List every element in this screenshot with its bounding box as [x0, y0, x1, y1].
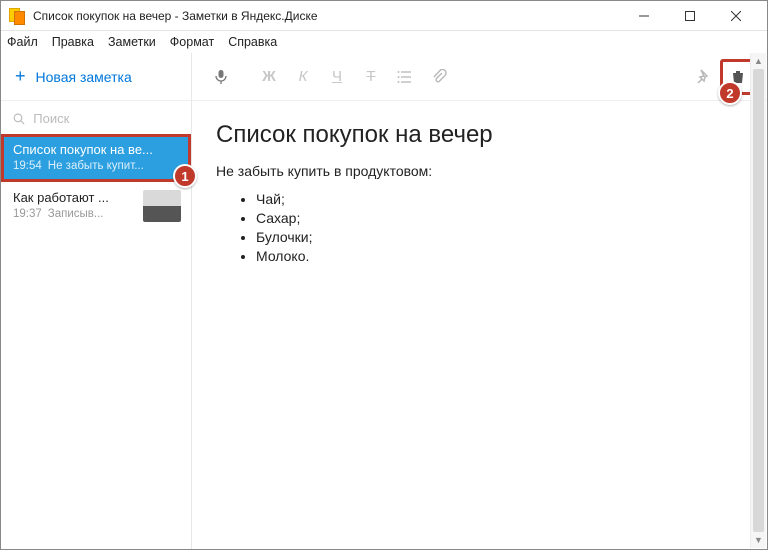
minimize-button[interactable]	[621, 1, 667, 30]
bold-button[interactable]: Ж	[252, 60, 286, 94]
list-item: Сахар;	[256, 210, 743, 226]
note-item-preview: Записыв...	[48, 208, 104, 220]
window-controls	[621, 1, 759, 30]
new-note-label: Новая заметка	[36, 69, 132, 85]
paperclip-icon	[431, 69, 447, 85]
list-item: Молоко.	[256, 248, 743, 264]
note-item-title: Список покупок на ве...	[13, 142, 181, 157]
note-paragraph: Не забыть купить в продуктовом:	[216, 163, 743, 179]
search-input[interactable]	[33, 111, 179, 126]
list-item: Булочки;	[256, 229, 743, 245]
note-item-time: 19:37	[13, 208, 42, 220]
sidebar: + Новая заметка Список покупок на ве... …	[1, 53, 192, 549]
search-icon	[13, 112, 25, 126]
menubar: Файл Правка Заметки Формат Справка	[1, 31, 767, 53]
voice-input-button[interactable]	[204, 60, 238, 94]
search-field[interactable]	[1, 101, 191, 134]
menu-notes[interactable]: Заметки	[108, 35, 156, 49]
list-icon	[397, 69, 413, 85]
note-thumbnail	[143, 190, 181, 222]
app-icon	[9, 8, 25, 24]
note-item-preview: Не забыть купит...	[48, 160, 144, 172]
pin-button[interactable]	[687, 60, 721, 94]
pin-icon	[696, 69, 712, 85]
callout-2: 2	[718, 81, 742, 105]
menu-format[interactable]: Формат	[170, 35, 214, 49]
italic-button[interactable]: К	[286, 60, 320, 94]
note-item-time: 19:54	[13, 160, 42, 172]
menu-edit[interactable]: Правка	[52, 35, 94, 49]
note-list-items: Чай; Сахар; Булочки; Молоко.	[216, 191, 743, 264]
menu-help[interactable]: Справка	[228, 35, 277, 49]
attach-button[interactable]	[422, 60, 456, 94]
plus-icon: +	[15, 66, 26, 87]
maximize-button[interactable]	[667, 1, 713, 30]
list-item: Чай;	[256, 191, 743, 207]
titlebar: Список покупок на вечер - Заметки в Янде…	[1, 1, 767, 31]
note-title: Список покупок на вечер	[216, 121, 743, 149]
new-note-button[interactable]: + Новая заметка	[1, 53, 191, 101]
window-title: Список покупок на вечер - Заметки в Янде…	[33, 9, 621, 23]
vertical-scrollbar[interactable]: ▲ ▼	[750, 53, 766, 548]
strike-button[interactable]: Т	[354, 60, 388, 94]
scroll-thumb[interactable]	[753, 69, 764, 532]
note-list: Список покупок на ве... 19:54 Не забыть …	[1, 134, 191, 549]
note-item[interactable]: Как работают ... 19:37 Записыв...	[1, 182, 191, 230]
callout-1: 1	[173, 164, 197, 188]
main-panel: Ж К Ч Т Список покупок на вечер Не забыт…	[192, 53, 767, 549]
mic-icon	[213, 69, 229, 85]
scroll-down-arrow[interactable]: ▼	[751, 532, 766, 548]
list-button[interactable]	[388, 60, 422, 94]
close-button[interactable]	[713, 1, 759, 30]
note-editor[interactable]: Список покупок на вечер Не забыть купить…	[192, 101, 767, 549]
note-item-selected[interactable]: Список покупок на ве... 19:54 Не забыть …	[1, 134, 191, 182]
menu-file[interactable]: Файл	[7, 35, 38, 49]
editor-toolbar: Ж К Ч Т	[192, 53, 767, 101]
scroll-up-arrow[interactable]: ▲	[751, 53, 766, 69]
underline-button[interactable]: Ч	[320, 60, 354, 94]
